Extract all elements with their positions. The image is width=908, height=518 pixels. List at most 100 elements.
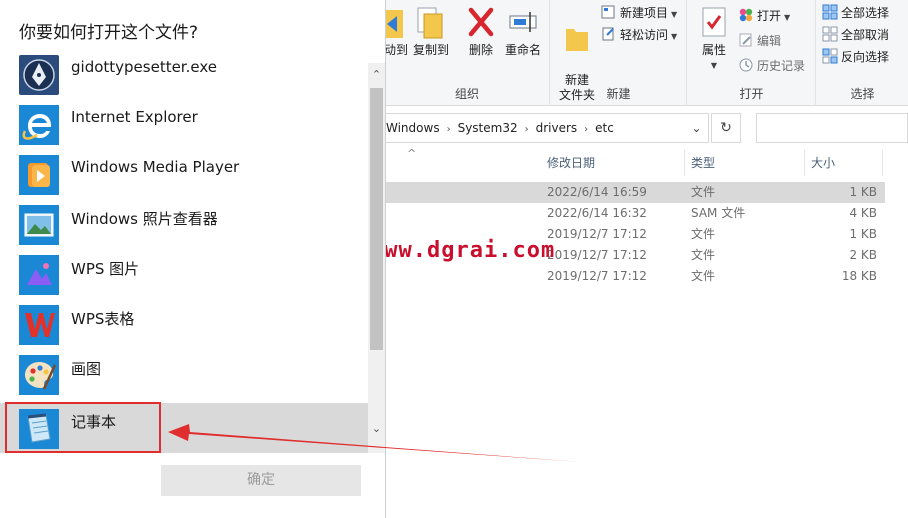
new-item-label: 新建项目 [620,6,669,20]
invert-selection-button[interactable]: 反向选择 [822,47,889,67]
breadcrumb-etc[interactable]: etc [595,114,614,142]
properties-button[interactable]: 属性 ▼ [694,6,734,73]
app-label: Internet Explorer [71,108,198,126]
history-label: 历史记录 [757,59,806,73]
pen-nib-icon [19,55,59,95]
app-label: WPS 图片 [71,260,140,278]
rename-button[interactable]: 重命名 [503,6,543,58]
column-header: 修改日期 类型 大小 [385,150,885,176]
file-size: 1 KB [849,185,877,199]
open-button[interactable]: 打开 ▼ [738,6,790,26]
ribbon-group-organize: 动到 复制到 删除 重命名 组织 [381,0,550,106]
app-list: gidottypesetter.exe Internet Explorer Wi… [0,46,368,454]
file-row[interactable]: 2022/6/14 16:32 SAM 文件 4 KB [385,203,885,224]
file-date: 2019/12/7 17:12 [547,269,647,283]
file-date: 2022/6/14 16:59 [547,185,647,199]
breadcrumb-separator-icon: › [524,124,529,135]
ok-button[interactable]: 确定 [161,465,361,496]
open-group-label: 打开 [739,87,764,101]
copy-to-label: 复制到 [412,43,449,57]
scrollbar-thumb[interactable] [370,88,383,350]
media-player-icon [19,155,59,195]
breadcrumb-windows[interactable]: Windows [386,114,440,142]
new-item-dropdown-icon: ▼ [671,10,678,19]
delete-icon [468,7,494,37]
open-dropdown-icon: ▼ [784,13,791,22]
delete-label: 删除 [468,43,493,57]
file-type: 文件 [691,185,716,199]
dialog-title: 你要如何打开这个文件? [19,23,199,43]
file-type: 文件 [691,248,716,262]
rename-label: 重命名 [504,43,541,57]
address-bar[interactable]: Windows › System32 › drivers › etc [385,113,709,143]
app-label: 画图 [71,360,102,378]
history-icon [739,58,753,72]
invert-selection-icon [822,48,838,64]
breadcrumb-separator-icon: › [584,124,589,135]
refresh-icon: ↻ [720,120,732,136]
app-item-internet-explorer[interactable]: Internet Explorer [0,96,368,146]
scroll-down-arrow-icon[interactable]: ⌄ [368,421,385,437]
column-type[interactable]: 类型 [685,150,805,176]
ribbon-group-select: 全部选择 全部取消 反向选择 选择 [817,0,908,106]
refresh-button[interactable]: ↻ [711,113,741,143]
select-none-label: 全部取消 [841,28,890,42]
file-date: 2019/12/7 17:12 [547,248,647,262]
rename-icon [509,12,537,32]
app-list-scrollbar[interactable]: ⌃ ⌄ [368,63,385,453]
file-size: 1 KB [849,227,877,241]
properties-icon [702,7,726,37]
ribbon-group-open: 属性 ▼ 打开 ▼ 编辑 历史记录 打开 [688,0,816,106]
delete-button[interactable]: 删除 [463,6,499,58]
move-to-label: 动到 [383,43,408,57]
file-date: 2019/12/7 17:12 [547,227,647,241]
properties-label: 属性 [701,43,726,57]
app-label: gidottypesetter.exe [71,58,217,76]
column-size[interactable]: 大小 [805,150,883,176]
app-item-media-player[interactable]: Windows Media Player [0,146,368,196]
select-all-button[interactable]: 全部选择 [822,3,889,23]
app-item-photo-viewer[interactable]: Windows 照片查看器 [0,196,368,246]
internet-explorer-icon [19,105,59,145]
address-history-chevron-icon[interactable]: ⌄ [684,113,709,143]
column-date-modified[interactable]: 修改日期 [541,150,685,176]
file-list: 2022/6/14 16:59 文件 1 KB 2022/6/14 16:32 … [385,182,885,287]
paint-palette-icon [19,355,59,395]
open-colorful-icon [739,8,753,22]
search-input[interactable] [756,113,908,143]
easy-access-dropdown-icon: ▼ [671,32,678,41]
breadcrumb-system32[interactable]: System32 [458,114,518,142]
app-item-wps-picture[interactable]: WPS 图片 [0,246,368,296]
app-item-wps-spreadsheet[interactable]: WPS表格 [0,296,368,346]
breadcrumb-drivers[interactable]: drivers [536,114,578,142]
file-row[interactable]: 2022/6/14 16:59 文件 1 KB [385,182,885,203]
file-type: 文件 [691,227,716,241]
new-item-button[interactable]: 新建项目 ▼ [601,3,677,23]
ribbon: 动到 复制到 删除 重命名 组织 新建 文件夹 新建项目 ▼ 轻松访问 ▼ 新建… [381,0,908,106]
edit-button[interactable]: 编辑 [738,31,781,51]
properties-dropdown-icon: ▼ [710,61,718,70]
watermark-text: www.dgrai.com [370,238,556,263]
app-item-gidottypesetter[interactable]: gidottypesetter.exe [0,46,368,96]
new-group-label: 新建 [606,87,631,101]
wps-picture-icon [19,255,59,295]
easy-access-label: 轻松访问 [620,28,669,42]
easy-access-button[interactable]: 轻松访问 ▼ [601,25,677,45]
file-type: SAM 文件 [691,206,746,220]
select-group-label: 选择 [850,87,875,101]
select-all-label: 全部选择 [841,6,890,20]
copy-to-button[interactable]: 复制到 [411,6,451,58]
annotation-highlight-box [5,402,161,453]
file-size: 2 KB [849,248,877,262]
file-size: 4 KB [849,206,877,220]
select-none-icon [822,26,838,42]
scroll-up-arrow-icon[interactable]: ⌃ [368,67,385,83]
new-item-icon [601,5,615,19]
file-row[interactable]: 2019/12/7 17:12 文件 18 KB [385,266,885,287]
app-label: WPS表格 [71,310,135,328]
select-none-button[interactable]: 全部取消 [822,25,889,45]
history-button[interactable]: 历史记录 [738,56,805,76]
app-item-paint[interactable]: 画图 [0,346,368,396]
file-size: 18 KB [841,269,877,283]
edit-label: 编辑 [757,34,782,48]
